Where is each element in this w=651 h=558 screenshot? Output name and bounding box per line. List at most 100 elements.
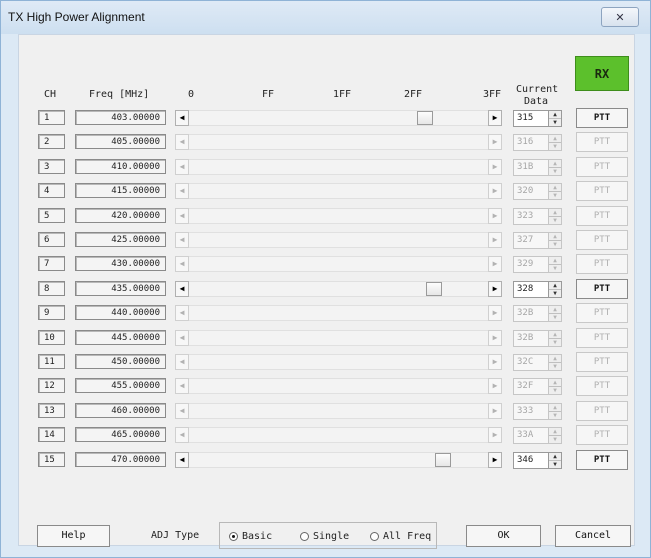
current-data-field[interactable]: 328: [513, 280, 549, 298]
slider-right-arrow-icon[interactable]: ▶: [488, 183, 502, 200]
spin-up-icon[interactable]: ▲: [549, 379, 561, 388]
slider-thumb[interactable]: [416, 111, 433, 125]
ptt-button[interactable]: PTT: [576, 254, 628, 275]
current-data-field[interactable]: 32B: [513, 305, 549, 323]
slider-left-arrow-icon[interactable]: ◀: [175, 329, 189, 346]
spin-up-icon[interactable]: ▲: [549, 453, 561, 461]
spin-down-icon[interactable]: ▼: [549, 168, 561, 175]
spin-up-icon[interactable]: ▲: [549, 331, 561, 339]
ptt-button[interactable]: PTT: [576, 108, 628, 128]
slider-right-arrow-icon[interactable]: ▶: [488, 305, 502, 322]
power-slider[interactable]: [189, 207, 488, 224]
ptt-button[interactable]: PTT: [576, 230, 628, 250]
power-slider[interactable]: [189, 134, 488, 151]
current-data-spinner[interactable]: ▲ ▼: [549, 280, 562, 298]
slider-left-arrow-icon[interactable]: ◀: [175, 305, 189, 322]
current-data-spinner[interactable]: ▲ ▼: [549, 207, 562, 225]
power-slider[interactable]: [189, 451, 488, 468]
current-data-spinner[interactable]: ▲ ▼: [549, 402, 562, 420]
power-slider[interactable]: [189, 427, 488, 444]
spin-up-icon[interactable]: ▲: [549, 233, 561, 241]
power-slider[interactable]: [189, 378, 488, 395]
current-data-field[interactable]: 316: [513, 134, 549, 152]
current-data-spinner[interactable]: ▲ ▼: [549, 158, 562, 176]
spin-up-icon[interactable]: ▲: [549, 160, 561, 168]
slider-thumb[interactable]: [426, 281, 443, 296]
slider-right-arrow-icon[interactable]: ▶: [488, 354, 502, 370]
help-button[interactable]: Help: [37, 525, 110, 547]
current-data-spinner[interactable]: ▲ ▼: [549, 305, 562, 323]
current-data-spinner[interactable]: ▲ ▼: [549, 110, 562, 127]
slider-left-arrow-icon[interactable]: ◀: [175, 280, 189, 297]
slider-left-arrow-icon[interactable]: ◀: [175, 451, 189, 468]
spin-up-icon[interactable]: ▲: [549, 355, 561, 363]
current-data-field[interactable]: 329: [513, 256, 549, 274]
current-data-spinner[interactable]: ▲ ▼: [549, 329, 562, 347]
spin-down-icon[interactable]: ▼: [549, 143, 561, 150]
current-data-field[interactable]: 346: [513, 451, 549, 469]
spin-up-icon[interactable]: ▲: [549, 111, 561, 119]
ptt-button[interactable]: PTT: [576, 449, 628, 470]
slider-right-arrow-icon[interactable]: ▶: [488, 378, 502, 395]
slider-left-arrow-icon[interactable]: ◀: [175, 378, 189, 395]
slider-right-arrow-icon[interactable]: ▶: [488, 207, 502, 224]
spin-up-icon[interactable]: ▲: [549, 282, 561, 290]
spin-down-icon[interactable]: ▼: [549, 412, 561, 419]
ptt-button[interactable]: PTT: [576, 352, 628, 372]
current-data-field[interactable]: 327: [513, 232, 549, 249]
current-data-spinner[interactable]: ▲ ▼: [549, 427, 562, 445]
spin-down-icon[interactable]: ▼: [549, 339, 561, 346]
power-slider[interactable]: [189, 329, 488, 346]
ptt-button[interactable]: PTT: [576, 181, 628, 202]
slider-left-arrow-icon[interactable]: ◀: [175, 427, 189, 444]
close-button[interactable]: ✕: [601, 7, 639, 27]
current-data-field[interactable]: 333: [513, 402, 549, 420]
current-data-spinner[interactable]: ▲ ▼: [549, 378, 562, 396]
current-data-spinner[interactable]: ▲ ▼: [549, 354, 562, 371]
spin-up-icon[interactable]: ▲: [549, 135, 561, 144]
current-data-spinner[interactable]: ▲ ▼: [549, 134, 562, 152]
slider-right-arrow-icon[interactable]: ▶: [488, 451, 502, 468]
rx-button[interactable]: RX: [575, 56, 629, 91]
slider-left-arrow-icon[interactable]: ◀: [175, 183, 189, 200]
power-slider[interactable]: [189, 280, 488, 297]
spin-up-icon[interactable]: ▲: [549, 306, 561, 315]
spin-up-icon[interactable]: ▲: [549, 257, 561, 266]
slider-right-arrow-icon[interactable]: ▶: [488, 329, 502, 346]
slider-left-arrow-icon[interactable]: ◀: [175, 256, 189, 273]
slider-left-arrow-icon[interactable]: ◀: [175, 158, 189, 175]
spin-down-icon[interactable]: ▼: [549, 436, 561, 443]
spin-down-icon[interactable]: ▼: [549, 387, 561, 394]
spin-down-icon[interactable]: ▼: [549, 290, 561, 297]
spin-down-icon[interactable]: ▼: [549, 217, 561, 224]
spin-down-icon[interactable]: ▼: [549, 461, 561, 468]
ptt-button[interactable]: PTT: [576, 327, 628, 348]
current-data-spinner[interactable]: ▲ ▼: [549, 232, 562, 249]
power-slider[interactable]: [189, 183, 488, 200]
slider-right-arrow-icon[interactable]: ▶: [488, 280, 502, 297]
slider-right-arrow-icon[interactable]: ▶: [488, 232, 502, 248]
slider-right-arrow-icon[interactable]: ▶: [488, 110, 502, 126]
adj-type-all-freq-radio[interactable]: All Freq: [370, 531, 431, 542]
slider-right-arrow-icon[interactable]: ▶: [488, 158, 502, 175]
current-data-field[interactable]: 32F: [513, 378, 549, 396]
power-slider[interactable]: [189, 110, 488, 126]
ptt-button[interactable]: PTT: [576, 303, 628, 324]
cancel-button[interactable]: Cancel: [555, 525, 631, 547]
power-slider[interactable]: [189, 305, 488, 322]
slider-left-arrow-icon[interactable]: ◀: [175, 134, 189, 151]
adj-type-basic-radio[interactable]: Basic: [229, 531, 272, 542]
slider-left-arrow-icon[interactable]: ◀: [175, 354, 189, 370]
ptt-button[interactable]: PTT: [576, 156, 628, 177]
slider-right-arrow-icon[interactable]: ▶: [488, 256, 502, 273]
slider-right-arrow-icon[interactable]: ▶: [488, 402, 502, 419]
spin-up-icon[interactable]: ▲: [549, 404, 561, 412]
adj-type-single-radio[interactable]: Single: [300, 531, 349, 542]
ptt-button[interactable]: PTT: [576, 425, 628, 446]
ptt-button[interactable]: PTT: [576, 205, 628, 226]
current-data-spinner[interactable]: ▲ ▼: [549, 451, 562, 469]
slider-right-arrow-icon[interactable]: ▶: [488, 134, 502, 151]
spin-down-icon[interactable]: ▼: [549, 241, 561, 248]
spin-down-icon[interactable]: ▼: [549, 314, 561, 321]
current-data-field[interactable]: 315: [513, 110, 549, 127]
